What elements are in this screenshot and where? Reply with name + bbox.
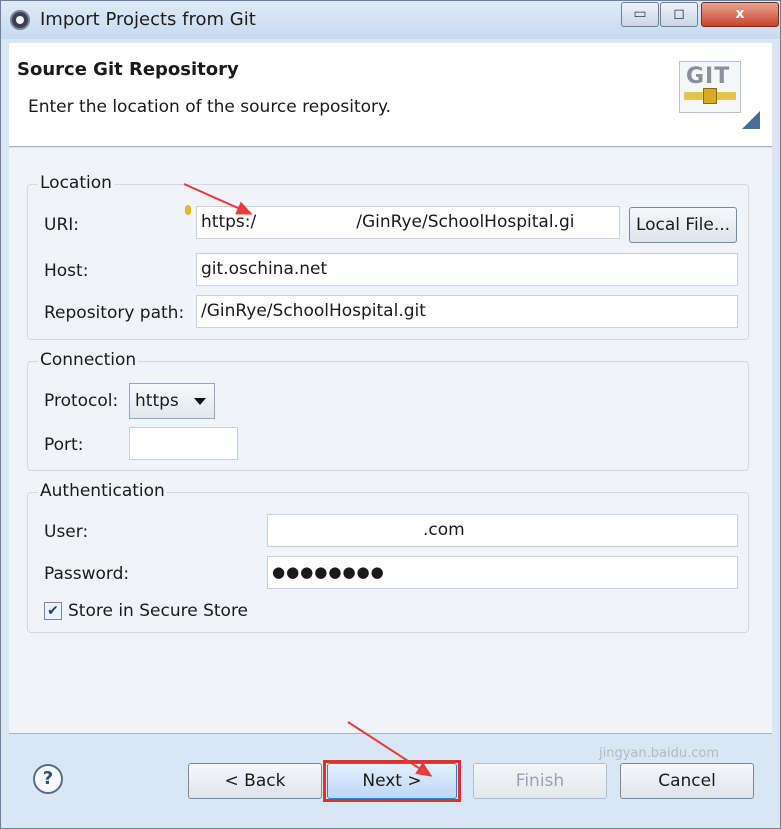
store-secure-label: Store in Secure Store: [68, 601, 249, 621]
cancel-button[interactable]: Cancel: [620, 763, 754, 799]
title-bar[interactable]: Import Projects from Git ▭ ◻ x: [1, 1, 780, 39]
user-value-suffix: .com: [423, 520, 465, 540]
corner-decoration-icon: [742, 111, 760, 129]
next-highlight-box: [323, 760, 461, 802]
chevron-down-icon: [194, 398, 206, 405]
wizard-header: Source Git Repository Enter the location…: [9, 43, 772, 147]
user-label: User:: [44, 522, 89, 542]
port-input[interactable]: [129, 427, 238, 460]
password-input[interactable]: ●●●●●●●●: [267, 556, 738, 589]
minimize-button[interactable]: ▭: [621, 2, 659, 27]
redacted-region: [256, 212, 357, 232]
user-input[interactable]: .com: [267, 514, 738, 547]
repository-path-label: Repository path:: [44, 303, 185, 323]
finish-button: Finish: [473, 763, 607, 799]
uri-label: URI:: [44, 215, 79, 235]
repository-path-input[interactable]: /GinRye/SchoolHospital.git: [196, 295, 738, 328]
window-title: Import Projects from Git: [40, 9, 256, 30]
footer-separator: [9, 733, 772, 734]
git-logo-icon: GIT: [679, 61, 741, 113]
uri-value-suffix: /GinRye/SchoolHospital.gi: [356, 212, 575, 232]
protocol-select[interactable]: https: [129, 383, 215, 419]
import-dialog-window: Import Projects from Git ▭ ◻ x Source Gi…: [0, 0, 781, 829]
page-description: Enter the location of the source reposit…: [28, 97, 392, 117]
protocol-value: https: [135, 391, 179, 411]
password-label: Password:: [44, 564, 130, 584]
watermark: jingyan.baidu.com: [599, 746, 719, 761]
uri-input[interactable]: https://GinRye/SchoolHospital.gi: [196, 206, 620, 239]
page-title: Source Git Repository: [17, 59, 239, 80]
back-button[interactable]: < Back: [188, 763, 322, 799]
host-label: Host:: [44, 261, 89, 281]
port-label: Port:: [44, 435, 84, 455]
host-input[interactable]: git.oschina.net: [196, 253, 738, 286]
close-button[interactable]: x: [701, 2, 779, 27]
maximize-button[interactable]: ◻: [660, 2, 698, 27]
connection-legend: Connection: [38, 350, 139, 370]
location-legend: Location: [38, 173, 114, 193]
authentication-legend: Authentication: [38, 481, 167, 501]
protocol-label: Protocol:: [44, 391, 119, 411]
eclipse-app-icon: [10, 10, 30, 30]
help-icon[interactable]: ?: [33, 764, 63, 794]
git-logo-text: GIT: [686, 64, 731, 89]
content-assist-bulb-icon: [185, 205, 191, 215]
local-file-button[interactable]: Local File...: [629, 207, 737, 243]
store-secure-checkbox[interactable]: ✔: [44, 602, 62, 620]
